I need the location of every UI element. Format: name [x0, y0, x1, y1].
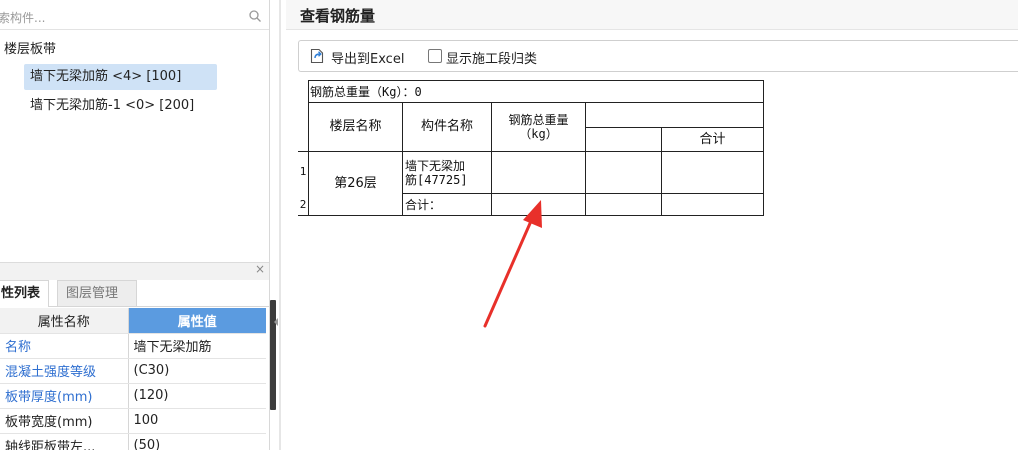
dialog-toolbar: 导出到Excel 显示施工段归类	[298, 40, 1018, 72]
search-input[interactable]: 索构件...	[0, 9, 45, 26]
property-value[interactable]: (C30)	[128, 358, 266, 384]
show-construction-section-checkbox[interactable]	[428, 49, 442, 63]
component-value: 墙下无梁加 筋[47725]	[405, 158, 468, 187]
table-border	[585, 102, 586, 216]
left-panel: 索构件... 楼层板带 墙下无梁加筋 <4> [100] 墙下无梁加筋-1 <0…	[0, 0, 270, 450]
header-property-value: 属性值	[128, 308, 266, 334]
splitter-handle[interactable]	[270, 300, 276, 410]
red-annotation-arrow-icon	[483, 200, 542, 328]
table-row[interactable]: 混凝土强度等级 (C30)	[0, 358, 266, 384]
component-search-box[interactable]: 索构件...	[0, 2, 269, 30]
header-sum: 合计	[699, 131, 726, 147]
table-row[interactable]: 轴线距板带左... (50)	[0, 433, 266, 450]
tree-root-floor-strip[interactable]: 楼层板带	[4, 38, 56, 57]
table-row[interactable]: 板带宽度(mm) 100	[0, 408, 266, 434]
collapse-arrow-icon[interactable]	[274, 318, 278, 326]
tree-item-wall-strip-100[interactable]: 墙下无梁加筋 <4> [100]	[24, 64, 217, 90]
property-value[interactable]: (120)	[128, 383, 266, 409]
search-icon[interactable]	[249, 10, 261, 22]
row-number: 2	[299, 198, 307, 211]
property-name: 轴线距板带左...	[0, 433, 129, 450]
property-value[interactable]: 墙下无梁加筋	[128, 333, 266, 359]
property-name: 板带宽度(mm)	[0, 408, 129, 434]
property-name: 混凝土强度等级	[0, 358, 129, 384]
table-border	[763, 80, 764, 216]
tab-property-list[interactable]: 性列表	[0, 280, 50, 307]
panel-splitter[interactable]	[270, 0, 286, 450]
property-table-header: 属性名称 属性值	[0, 308, 266, 334]
property-tabs: 性列表 图层管理	[0, 280, 269, 307]
header-component-name: 构件名称	[420, 119, 473, 134]
header-rebar-total-weight: 钢筋总重量 （kg）	[508, 113, 569, 141]
panel-divider	[0, 262, 269, 280]
property-name: 板带厚度(mm)	[0, 383, 129, 409]
property-value[interactable]: 100	[128, 408, 266, 434]
header-floor-name: 楼层名称	[329, 119, 382, 134]
row-number: 1	[299, 165, 307, 178]
close-icon[interactable]: ×	[255, 262, 265, 276]
table-row[interactable]: 板带厚度(mm) (120)	[0, 383, 266, 409]
tab-layer-management[interactable]: 图层管理	[57, 280, 137, 307]
export-to-excel-button[interactable]: 导出到Excel	[331, 48, 404, 67]
total-weight-label: 钢筋总重量（Kg）：0	[310, 84, 422, 99]
export-excel-icon[interactable]	[309, 48, 325, 64]
property-table: 属性名称 属性值 名称 墙下无梁加筋 混凝土强度等级 (C30) 板带厚度(mm…	[0, 308, 266, 450]
dialog-title: 查看钢筋量	[300, 7, 376, 25]
property-value[interactable]: (50)	[128, 433, 266, 450]
tree-item-wall-strip-200[interactable]: 墙下无梁加筋-1 <0> [200]	[24, 93, 200, 119]
dialog-title-bar[interactable]: 查看钢筋量	[286, 0, 1018, 30]
property-name: 名称	[0, 333, 129, 359]
checkbox-label[interactable]: 显示施工段归类	[446, 48, 537, 67]
table-row[interactable]: 名称 墙下无梁加筋	[0, 333, 266, 359]
rebar-quantity-dialog: 查看钢筋量 导出到Excel 显示施工段归类	[286, 0, 1018, 450]
header-property-name: 属性名称	[0, 308, 129, 334]
floor-value: 第26层	[334, 175, 377, 191]
splitter-line	[279, 0, 281, 450]
